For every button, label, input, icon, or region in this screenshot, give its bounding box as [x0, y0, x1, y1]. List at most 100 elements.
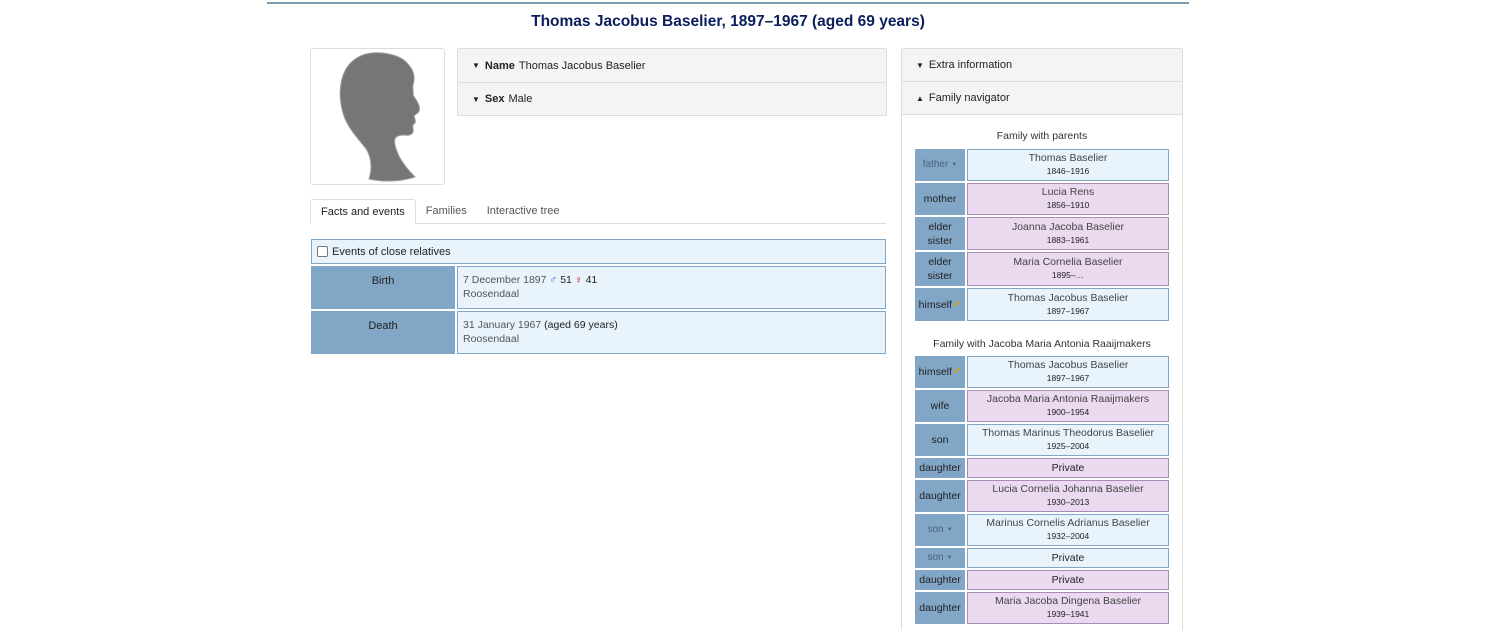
father-age: 51 [560, 274, 572, 286]
member-years: 1897–1967 [1046, 305, 1090, 316]
member-name[interactable]: Lucia Cornelia Johanna Baselier [968, 483, 1168, 496]
member-name[interactable]: Joanna Jacoba Baselier [968, 221, 1168, 234]
member-cell[interactable]: Thomas Marinus Theodorus Baselier 1925–20… [967, 424, 1169, 456]
mother-age: 41 [585, 274, 598, 286]
close-relatives-label[interactable]: Events of close relatives [332, 246, 451, 258]
role-label: wife [915, 390, 965, 422]
member-name[interactable]: Marinus Cornelis Adrianus Baselier [968, 517, 1168, 530]
member-name[interactable]: Maria Jacoba Dingena Baselier [968, 595, 1168, 608]
family-member-row: son ▼ Marinus Cornelis Adrianus Baselier 1… [915, 514, 1169, 546]
member-cell[interactable]: Thomas Jacobus Baselier 1897–1967 [967, 288, 1169, 321]
role-cell: himself ✔ [915, 356, 965, 388]
tab-bar: Facts and events Families Interactive tr… [310, 199, 886, 224]
caret-down-icon: ▼ [472, 61, 480, 70]
role-label: mother [915, 183, 965, 215]
member-cell: Private [967, 548, 1169, 568]
role-label: father [922, 159, 949, 170]
role-label: elder sister [915, 217, 965, 250]
role-dropdown[interactable]: son ▼ [915, 548, 965, 568]
dropdown-icon: ▼ [946, 527, 953, 533]
profile-photo[interactable] [310, 48, 445, 185]
role-label: daughter [915, 480, 965, 512]
checkmark-icon: ✔ [952, 298, 962, 310]
role-dropdown[interactable]: father ▼ [915, 149, 965, 181]
family-member-row: daughter Private [915, 570, 1169, 590]
member-cell[interactable]: Maria Jacoba Dingena Baselier 1939–1941 [967, 592, 1169, 624]
extra-information-label: Extra information [928, 59, 1013, 71]
role-label: elder sister [915, 252, 965, 286]
member-cell[interactable]: Maria Cornelia Baselier 1895–… [967, 252, 1169, 286]
family-member-row: son ▼ Private [915, 548, 1169, 568]
female-icon: ♀ [574, 274, 583, 286]
event-age: (aged 69 years) [544, 319, 618, 331]
caret-up-icon: ▲ [916, 93, 924, 103]
sex-row[interactable]: ▼ Sex Male [458, 82, 886, 115]
tab-families[interactable]: Families [416, 199, 477, 224]
family-member-row: elder sister Maria Cornelia Baselier 1895… [915, 252, 1169, 286]
events-header: Events of close relatives [311, 239, 886, 264]
member-years: 1925–2004 [1046, 441, 1090, 451]
event-row-birth: Birth 7 December 1897 ♂ 51 ♀ 41 Roosenda… [311, 266, 886, 309]
event-place[interactable]: Roosendaal [463, 288, 519, 300]
member-years: 1897–1967 [1046, 373, 1090, 383]
close-relatives-checkbox[interactable] [317, 246, 328, 257]
role-label: himself [918, 366, 952, 378]
family-spouse-table: himself ✔ Thomas Jacobus Baselier 1897–196… [915, 356, 1169, 626]
event-value: 31 January 1967 (aged 69 years) Roosenda… [457, 311, 886, 354]
member-name[interactable]: Thomas Marinus Theodorus Baselier [968, 427, 1168, 440]
member-years: 1930–2013 [1046, 497, 1090, 507]
member-years: 1846–1916 [1046, 166, 1090, 176]
summary-accordion: ▼ Name Thomas Jacobus Baselier ▼ Sex Mal… [457, 48, 887, 116]
extra-information-toggle[interactable]: ▼ Extra information [902, 49, 1182, 82]
family-member-row: wife Jacoba Maria Antonia Raaijmakers 190… [915, 390, 1169, 422]
dropdown-icon: ▼ [946, 555, 953, 561]
member-cell[interactable]: Marinus Cornelis Adrianus Baselier 1932–2… [967, 514, 1169, 546]
family-navigator-toggle[interactable]: ▲ Family navigator [902, 82, 1182, 115]
member-name: Private [1051, 551, 1085, 564]
member-name[interactable]: Maria Cornelia Baselier [968, 256, 1168, 269]
name-value: Thomas Jacobus Baselier [518, 59, 646, 72]
sex-value: Male [508, 93, 533, 105]
family-member-row: father ▼ Thomas Baselier 1846–1916 [915, 149, 1169, 181]
role-label: son [927, 552, 944, 563]
family-parents-title[interactable]: Family with parents [901, 130, 1183, 142]
member-cell[interactable]: Joanna Jacoba Baselier 1883–1961 [967, 217, 1169, 250]
events-table: Events of close relatives Birth 7 Decemb… [311, 239, 886, 354]
name-row[interactable]: ▼ Name Thomas Jacobus Baselier [458, 49, 886, 82]
member-name[interactable]: Thomas Baselier [968, 152, 1168, 165]
family-navigator-label: Family navigator [928, 92, 1010, 104]
event-date[interactable]: 31 January 1967 [463, 319, 541, 331]
tab-facts-and-events[interactable]: Facts and events [310, 199, 416, 224]
family-spouse-title[interactable]: Family with Jacoba Maria Antonia Raaijma… [901, 338, 1183, 350]
event-row-death: Death 31 January 1967 (aged 69 years) Ro… [311, 311, 886, 354]
role-label: son [915, 424, 965, 456]
member-cell[interactable]: Jacoba Maria Antonia Raaijmakers 1900–195… [967, 390, 1169, 422]
role-label: daughter [915, 570, 965, 590]
page-title: Thomas Jacobus Baselier, 1897–1967 (aged… [531, 13, 925, 30]
family-member-row: daughter Private [915, 458, 1169, 478]
role-dropdown[interactable]: son ▼ [915, 514, 965, 546]
member-name[interactable]: Jacoba Maria Antonia Raaijmakers [968, 393, 1168, 406]
member-cell: Private [967, 570, 1169, 590]
event-date[interactable]: 7 December 1897 [463, 274, 546, 286]
role-cell: himself ✔ [915, 288, 965, 321]
member-name[interactable]: Thomas Jacobus Baselier [968, 359, 1168, 372]
family-member-row: himself ✔ Thomas Jacobus Baselier 1897–196… [915, 356, 1169, 388]
member-cell[interactable]: Lucia Rens 1856–1910 [967, 183, 1169, 215]
member-name[interactable]: Lucia Rens [968, 186, 1168, 199]
member-name[interactable]: Thomas Jacobus Baselier [968, 292, 1168, 305]
silhouette-icon [339, 52, 420, 182]
event-label: Death [311, 311, 455, 354]
event-place[interactable]: Roosendaal [463, 333, 519, 345]
member-cell[interactable]: Lucia Cornelia Johanna Baselier 1930–2013 [967, 480, 1169, 512]
member-years: 1939–1941 [1046, 609, 1090, 619]
family-member-row: daughter Lucia Cornelia Johanna Baselier… [915, 480, 1169, 512]
role-label: son [927, 524, 944, 535]
member-cell[interactable]: Thomas Baselier 1846–1916 [967, 149, 1169, 181]
tab-interactive-tree[interactable]: Interactive tree [477, 199, 570, 224]
member-cell[interactable]: Thomas Jacobus Baselier 1897–1967 [967, 356, 1169, 388]
sex-key: Sex [484, 93, 505, 105]
dropdown-icon: ▼ [951, 162, 958, 168]
event-label: Birth [311, 266, 455, 309]
member-years: 1895–… [1051, 270, 1085, 280]
